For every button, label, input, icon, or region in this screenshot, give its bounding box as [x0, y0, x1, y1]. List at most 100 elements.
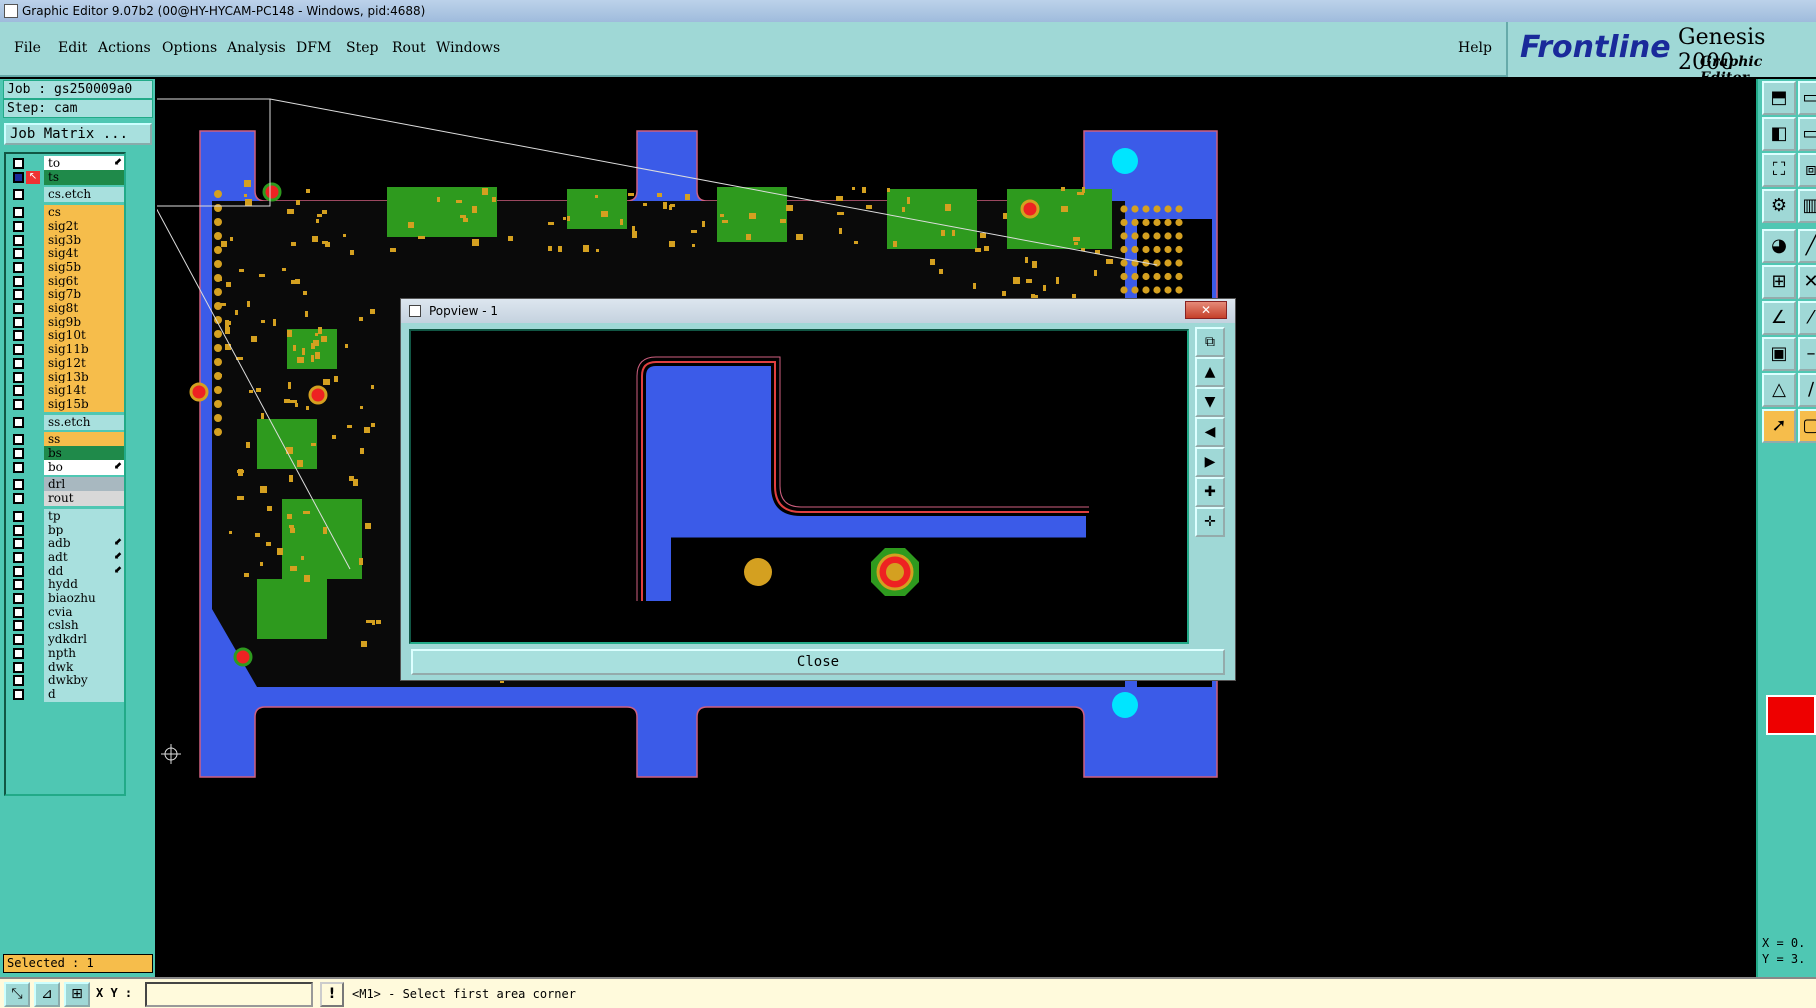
layer-checkbox[interactable]	[13, 316, 24, 328]
status-zoom-icon[interactable]: ⤡	[4, 982, 30, 1007]
layer-checkbox[interactable]	[13, 606, 24, 618]
pop-zoom-fit-icon[interactable]: ⧉	[1195, 327, 1225, 357]
layer-name[interactable]: rout	[44, 491, 124, 507]
slope-icon[interactable]: ⁄	[1798, 301, 1816, 335]
angle-icon[interactable]: ∠	[1762, 301, 1796, 335]
menu-rout[interactable]: Rout	[392, 40, 426, 56]
layer-row-bo[interactable]: bo ⬋	[8, 459, 124, 475]
copper-pad	[259, 274, 265, 277]
pop-zoom-out-icon[interactable]: ✛	[1195, 507, 1225, 537]
curve-icon[interactable]: ∕	[1798, 373, 1816, 407]
layer-checkbox[interactable]	[13, 688, 24, 700]
layer-checkbox[interactable]	[13, 416, 24, 428]
layer-name[interactable]: cs.etch	[44, 187, 124, 203]
status-grid-icon[interactable]: ⊞	[64, 982, 90, 1007]
layer-checkbox[interactable]	[13, 385, 24, 397]
layer-name[interactable]: ss.etch	[44, 414, 124, 430]
layer-row-cs-etch[interactable]: cs.etch	[8, 187, 124, 203]
layer-checkbox[interactable]	[13, 579, 24, 591]
layer-row-d[interactable]: d	[8, 686, 124, 702]
menu-help[interactable]: Help	[1458, 40, 1492, 56]
layer-row-sig15b[interactable]: sig15b	[8, 396, 124, 412]
snap-icon[interactable]: ◕	[1762, 229, 1796, 263]
layer-name[interactable]: sig15b	[44, 396, 124, 412]
layer-checkbox[interactable]	[13, 371, 24, 383]
layer-checkbox[interactable]	[13, 524, 24, 536]
layer-name[interactable]: d	[44, 686, 124, 702]
menu-file[interactable]: File	[14, 40, 41, 56]
layer-checkbox[interactable]	[13, 275, 24, 287]
menu-step[interactable]: Step	[346, 40, 378, 56]
measure-icon[interactable]: ⚙	[1762, 189, 1796, 223]
layer-checkbox[interactable]	[13, 461, 24, 473]
zoom-fit-icon[interactable]: ⛶	[1762, 153, 1796, 187]
layer-checkbox[interactable]	[13, 593, 24, 604]
layer-checkbox[interactable]	[13, 207, 24, 219]
job-matrix-button[interactable]: Job Matrix ...	[4, 123, 152, 145]
zoom-home-icon[interactable]: ⬒	[1762, 81, 1796, 115]
layer-checkbox[interactable]	[13, 647, 24, 659]
menu-analysis[interactable]: Analysis	[227, 40, 286, 56]
layer-checkbox[interactable]	[13, 344, 24, 356]
box-select-icon[interactable]: ▢	[1798, 409, 1816, 443]
layer-checkbox[interactable]	[13, 398, 24, 410]
layer-checkbox[interactable]	[13, 289, 24, 301]
layer-checkbox[interactable]	[13, 248, 24, 260]
layer-checkbox[interactable]	[13, 171, 24, 183]
line-tool-icon[interactable]: ╱	[1798, 229, 1816, 263]
layer-checkbox[interactable]	[13, 220, 24, 232]
pad-icon[interactable]: ▣	[1762, 337, 1796, 371]
layer-checkbox[interactable]	[13, 261, 24, 273]
layer-checkbox[interactable]	[13, 303, 24, 314]
popview-canvas[interactable]	[409, 329, 1189, 644]
layer-name[interactable]: bo ⬋	[44, 459, 124, 475]
layer-checkbox[interactable]	[13, 565, 24, 577]
layer-checkbox[interactable]	[13, 510, 24, 522]
layer-checkbox[interactable]	[13, 538, 24, 550]
layer-checkbox[interactable]	[13, 551, 24, 563]
popview-close-x[interactable]: ✕	[1185, 301, 1227, 319]
toolbar-extra4-icon[interactable]: ▥	[1798, 189, 1816, 223]
pop-pan-left-icon[interactable]: ◀	[1195, 417, 1225, 447]
pop-pan-up-icon[interactable]: ▲	[1195, 357, 1225, 387]
layer-checkbox[interactable]	[13, 357, 24, 369]
zoom-back-icon[interactable]: ◧	[1762, 117, 1796, 151]
layer-checkbox[interactable]	[13, 634, 24, 646]
layer-name[interactable]: ts	[44, 169, 124, 185]
select-arrow-icon[interactable]: ➚	[1762, 409, 1796, 443]
toolbar-extra-icon[interactable]: ▭	[1798, 81, 1816, 115]
layer-checkbox[interactable]	[13, 620, 24, 632]
net-icon[interactable]: ⊞	[1762, 265, 1796, 299]
menu-options[interactable]: Options	[162, 40, 217, 56]
status-measure-icon[interactable]: ⊿	[34, 982, 60, 1007]
layer-checkbox[interactable]	[13, 234, 24, 246]
toolbar-extra3-icon[interactable]: ⧈	[1798, 153, 1816, 187]
layer-checkbox[interactable]	[13, 158, 24, 169]
layer-checkbox[interactable]	[13, 330, 24, 342]
pop-pan-down-icon[interactable]: ▼	[1195, 387, 1225, 417]
layer-checkbox[interactable]	[13, 661, 24, 673]
status-alert-button[interactable]: !	[320, 982, 344, 1007]
copper-pad	[370, 309, 375, 314]
pop-pan-right-icon[interactable]: ▶	[1195, 447, 1225, 477]
toolbar-extra2-icon[interactable]: ▭	[1798, 117, 1816, 151]
layer-checkbox[interactable]	[13, 434, 24, 446]
popview-close-button[interactable]: Close	[411, 649, 1225, 675]
cross-icon[interactable]: ✕	[1798, 265, 1816, 299]
menu-windows[interactable]: Windows	[436, 40, 500, 56]
menu-dfm[interactable]: DFM	[296, 40, 331, 56]
layer-checkbox[interactable]	[13, 189, 24, 201]
layer-row-ts[interactable]: ↖ ts	[8, 169, 124, 185]
layer-checkbox[interactable]	[13, 675, 24, 687]
layer-checkbox[interactable]	[13, 493, 24, 505]
layer-row-rout[interactable]: rout	[8, 491, 124, 507]
menu-actions[interactable]: Actions	[98, 40, 151, 56]
layer-row-ss-etch[interactable]: ss.etch	[8, 414, 124, 430]
menu-edit[interactable]: Edit	[58, 40, 87, 56]
triangle-icon[interactable]: △	[1762, 373, 1796, 407]
dash-icon[interactable]: –	[1798, 337, 1816, 371]
xy-input[interactable]	[145, 982, 313, 1007]
pop-zoom-in-icon[interactable]: ✚	[1195, 477, 1225, 507]
layer-checkbox[interactable]	[13, 479, 24, 491]
layer-checkbox[interactable]	[13, 448, 24, 459]
